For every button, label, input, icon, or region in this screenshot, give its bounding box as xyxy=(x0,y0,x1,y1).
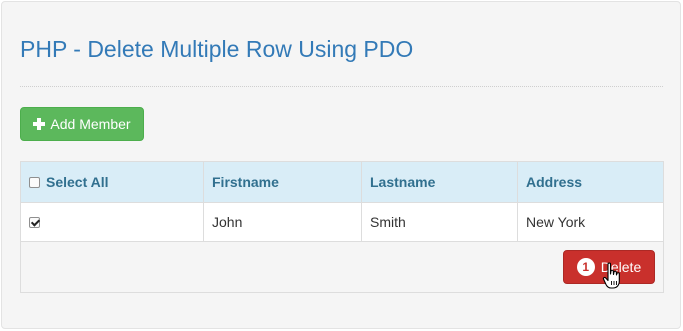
select-all-header: Select All xyxy=(20,161,204,203)
add-member-label: Add Member xyxy=(50,116,131,132)
firstname-header: Firstname xyxy=(203,161,362,203)
address-cell: New York xyxy=(517,202,664,242)
table-footer-cell: 1 Delete xyxy=(20,241,664,293)
select-all-checkbox[interactable] xyxy=(29,177,40,188)
table-header-row: Select All Firstname Lastname Address xyxy=(20,161,664,203)
delete-label: Delete xyxy=(600,259,642,275)
page-title: PHP - Delete Multiple Row Using PDO xyxy=(20,36,414,62)
row-select-cell xyxy=(20,202,204,242)
delete-button[interactable]: 1 Delete xyxy=(563,250,655,284)
members-table: Select All Firstname Lastname Address Jo… xyxy=(20,161,664,293)
plus-icon xyxy=(33,118,46,130)
add-member-button[interactable]: Add Member xyxy=(20,107,144,141)
table-footer-row: 1 Delete xyxy=(20,241,664,293)
lastname-header: Lastname xyxy=(361,161,518,203)
table-row: John Smith New York xyxy=(20,202,664,242)
row-checkbox[interactable] xyxy=(29,217,40,228)
address-header: Address xyxy=(517,161,664,203)
select-all-label: Select All xyxy=(46,174,109,190)
lastname-cell: Smith xyxy=(361,202,518,242)
firstname-cell: John xyxy=(203,202,362,242)
selected-count-badge: 1 xyxy=(576,258,595,276)
title-divider xyxy=(20,86,663,87)
